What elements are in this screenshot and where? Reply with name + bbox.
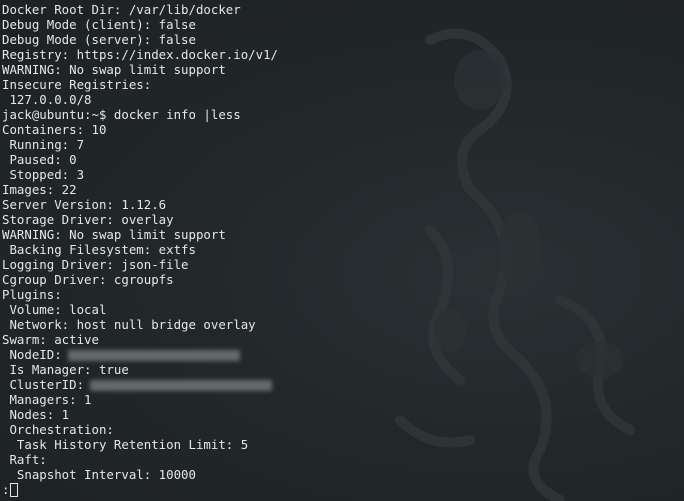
output-line: Docker Root Dir: /var/lib/docker: [2, 2, 241, 17]
output-line: Orchestration:: [2, 422, 114, 437]
output-line: Nodes: 1: [2, 407, 70, 422]
output-line: Managers: 1: [2, 392, 92, 407]
output-line: Logging Driver: json-file: [2, 257, 189, 272]
output-line: Is Manager: true: [2, 362, 129, 377]
output-line: Task History Retention Limit: 5: [2, 437, 249, 452]
cluster-id-line: ClusterID:: [2, 377, 278, 392]
redacted-node-id: [67, 350, 240, 361]
text-cursor: [10, 482, 19, 497]
pager-prompt[interactable]: :: [2, 482, 19, 497]
output-line: Containers: 10: [2, 122, 107, 137]
output-line: Insecure Registries:: [2, 77, 152, 92]
output-line: 127.0.0.0/8: [2, 92, 92, 107]
output-line: Server Version: 1.12.6: [2, 197, 167, 212]
output-line: Volume: local: [2, 302, 107, 317]
output-line: Running: 7: [2, 137, 85, 152]
output-line: Images: 22: [2, 182, 77, 197]
output-line: Paused: 0: [2, 152, 77, 167]
output-line: Storage Driver: overlay: [2, 212, 174, 227]
pager-prompt-char: :: [2, 482, 10, 497]
output-line: Debug Mode (client): false: [2, 17, 196, 32]
node-id-label: NodeID:: [2, 347, 62, 362]
terminal-window[interactable]: Docker Root Dir: /var/lib/docker Debug M…: [0, 0, 684, 501]
output-line: Raft:: [2, 452, 47, 467]
terminal-output: Docker Root Dir: /var/lib/docker Debug M…: [2, 2, 278, 482]
output-line: Backing Filesystem: extfs: [2, 242, 196, 257]
output-line: Network: host null bridge overlay: [2, 317, 256, 332]
shell-command-line: jack@ubuntu:~$ docker info |less: [2, 107, 241, 122]
output-line: Cgroup Driver: cgroupfs: [2, 272, 174, 287]
cluster-id-label: ClusterID:: [2, 377, 85, 392]
output-line: WARNING: No swap limit support: [2, 227, 226, 242]
redacted-cluster-id: [90, 380, 273, 391]
output-line: Snapshot Interval: 10000: [2, 467, 196, 482]
node-id-line: NodeID:: [2, 347, 278, 362]
output-line: Stopped: 3: [2, 167, 85, 182]
output-line: Registry: https://index.docker.io/v1/: [2, 47, 279, 62]
output-line: Swarm: active: [2, 332, 99, 347]
output-line: Debug Mode (server): false: [2, 32, 196, 47]
output-line: Plugins:: [2, 287, 62, 302]
output-line: WARNING: No swap limit support: [2, 62, 226, 77]
